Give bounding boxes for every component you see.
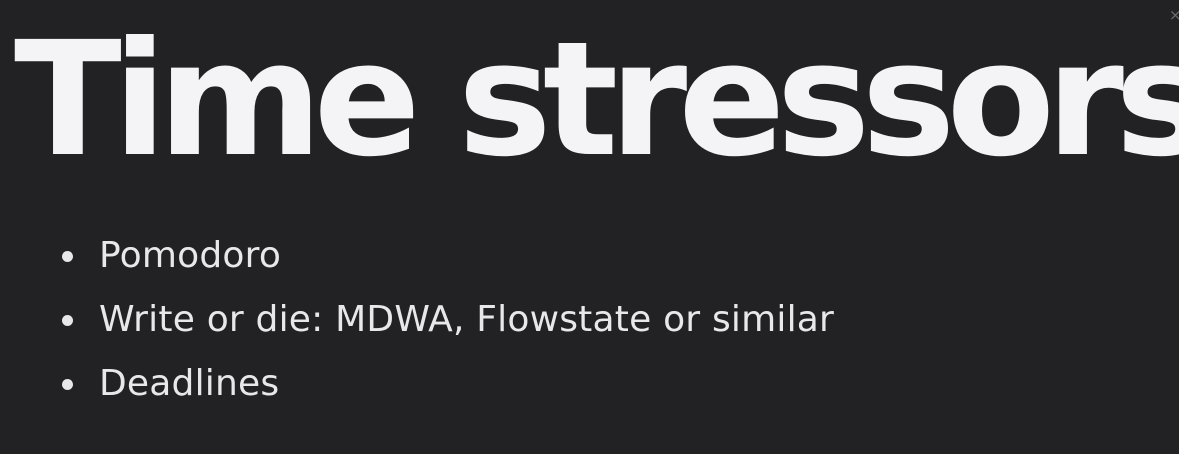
bullet-text: Write or die: MDWA, Flowstate or similar bbox=[99, 299, 835, 340]
bullet-dot-icon bbox=[62, 378, 73, 390]
bullet-item: Pomodoro bbox=[62, 224, 834, 288]
bullet-item: Deadlines bbox=[62, 352, 834, 416]
bullet-item: Write or die: MDWA, Flowstate or similar bbox=[62, 288, 834, 352]
slide-title: Time stressors bbox=[14, 8, 1179, 192]
bullet-dot-icon bbox=[62, 250, 73, 262]
close-icon[interactable]: × bbox=[1169, 6, 1179, 24]
bullet-list: Pomodoro Write or die: MDWA, Flowstate o… bbox=[62, 224, 834, 416]
slide: Time stressors Pomodoro Write or die: MD… bbox=[0, 0, 1179, 454]
bullet-text: Pomodoro bbox=[99, 235, 282, 276]
bullet-dot-icon bbox=[62, 314, 73, 326]
bullet-text: Deadlines bbox=[99, 363, 280, 404]
